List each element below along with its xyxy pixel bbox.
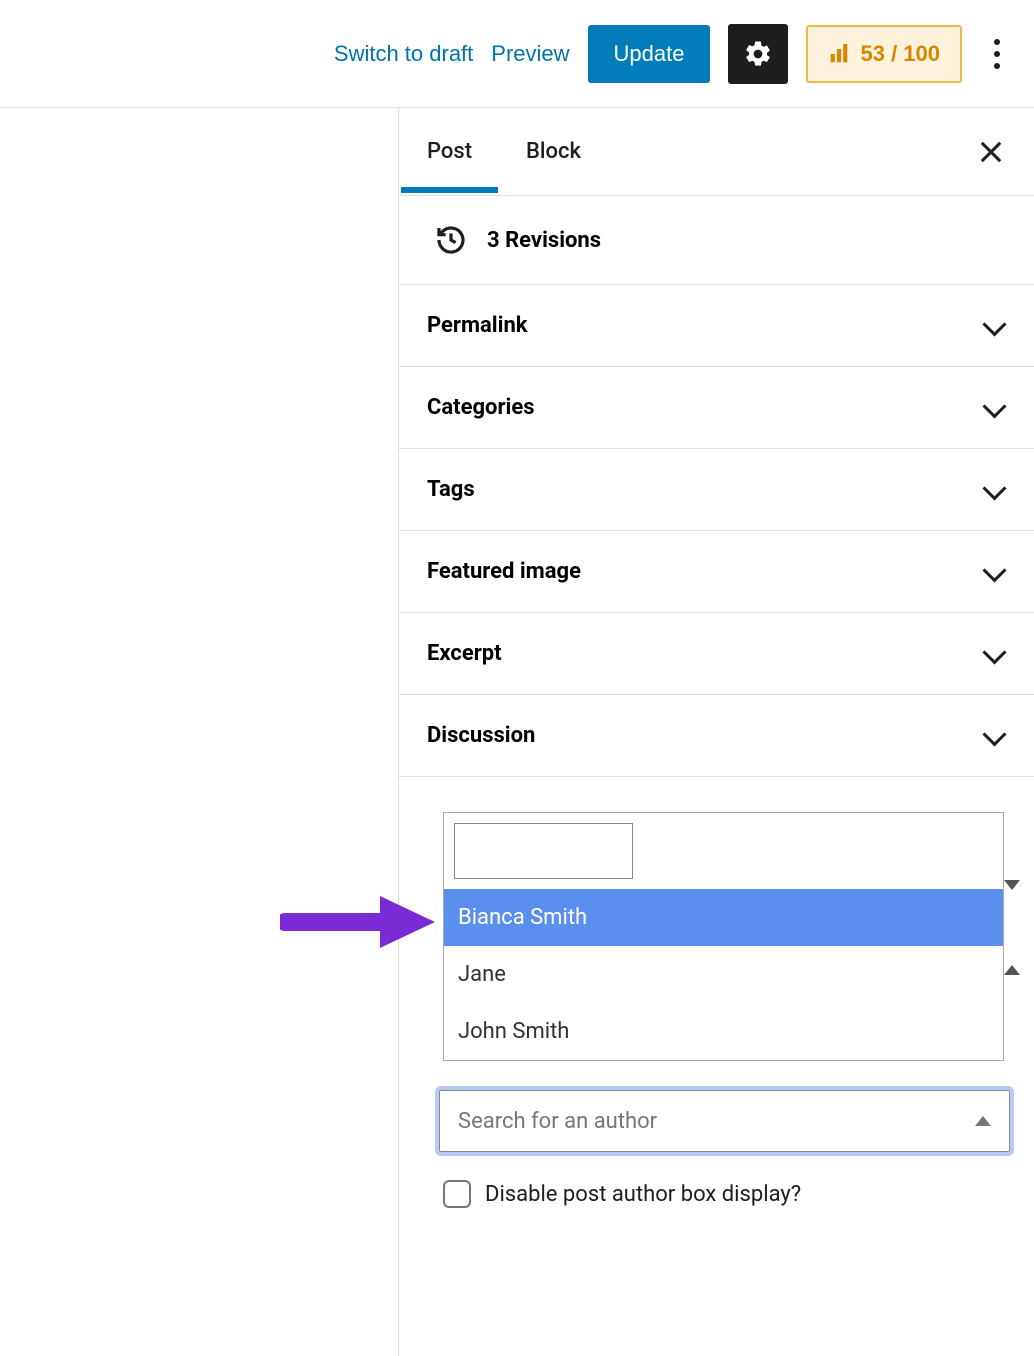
triangle-up-icon bbox=[975, 1116, 991, 1126]
panel-tags[interactable]: Tags bbox=[399, 449, 1034, 531]
revisions-row[interactable]: 3 Revisions bbox=[399, 196, 1034, 285]
author-dropdown-popup: Bianca Smith Jane John Smith bbox=[443, 812, 1004, 1061]
gear-icon bbox=[743, 39, 773, 69]
chevron-down-icon bbox=[982, 401, 1006, 415]
chevron-down-icon bbox=[982, 483, 1006, 497]
editor-canvas bbox=[0, 108, 399, 1356]
update-button[interactable]: Update bbox=[588, 25, 711, 83]
panel-discussion[interactable]: Discussion bbox=[399, 695, 1034, 777]
disable-author-box-checkbox[interactable] bbox=[443, 1180, 471, 1208]
bar-chart-icon bbox=[828, 44, 850, 64]
panel-label: Excerpt bbox=[427, 641, 502, 666]
panel-label: Featured image bbox=[427, 559, 581, 584]
panel-label: Tags bbox=[427, 477, 475, 502]
preview-button[interactable]: Preview bbox=[491, 41, 569, 67]
sidebar-tabs: Post Block bbox=[399, 108, 1034, 196]
panel-label: Discussion bbox=[427, 723, 535, 748]
author-option[interactable]: Jane bbox=[444, 946, 1003, 1003]
tab-block[interactable]: Block bbox=[526, 111, 581, 192]
chevron-down-icon bbox=[982, 565, 1006, 579]
chevron-down-icon bbox=[982, 319, 1006, 333]
seo-score-badge[interactable]: 53 / 100 bbox=[806, 25, 962, 83]
dropdown-collapse-hint bbox=[1004, 946, 1020, 965]
editor-toolbar: Switch to draft Preview Update 53 / 100 bbox=[0, 0, 1034, 108]
panel-excerpt[interactable]: Excerpt bbox=[399, 613, 1034, 695]
history-icon bbox=[435, 224, 467, 256]
panel-label: Categories bbox=[427, 395, 535, 420]
panel-label: Permalink bbox=[427, 313, 528, 338]
revisions-label: 3 Revisions bbox=[487, 228, 601, 253]
author-filter-input[interactable] bbox=[454, 823, 633, 879]
triangle-down-icon bbox=[1004, 880, 1020, 890]
switch-to-draft-button[interactable]: Switch to draft bbox=[334, 41, 473, 67]
seo-score-text: 53 / 100 bbox=[860, 41, 940, 67]
settings-button[interactable] bbox=[728, 24, 788, 84]
author-search-combobox[interactable]: Search for an author bbox=[439, 1090, 1010, 1152]
author-search-placeholder: Search for an author bbox=[458, 1109, 657, 1134]
disable-author-box-row: Disable post author box display? bbox=[443, 1180, 1014, 1208]
tab-post[interactable]: Post bbox=[427, 111, 472, 192]
panel-categories[interactable]: Categories bbox=[399, 367, 1034, 449]
chevron-down-icon bbox=[982, 647, 1006, 661]
disable-author-box-label: Disable post author box display? bbox=[485, 1182, 801, 1207]
triangle-up-icon bbox=[1004, 946, 1020, 975]
panel-permalink[interactable]: Permalink bbox=[399, 285, 1034, 367]
chevron-down-icon bbox=[982, 729, 1006, 743]
more-menu-button[interactable] bbox=[980, 24, 1014, 84]
panel-featured-image[interactable]: Featured image bbox=[399, 531, 1034, 613]
close-sidebar-button[interactable] bbox=[976, 137, 1006, 167]
author-option[interactable]: John Smith bbox=[444, 1003, 1003, 1060]
settings-sidebar: Post Block 3 Revisions Permalink Categor… bbox=[399, 108, 1034, 1356]
author-option[interactable]: Bianca Smith bbox=[444, 889, 1003, 946]
